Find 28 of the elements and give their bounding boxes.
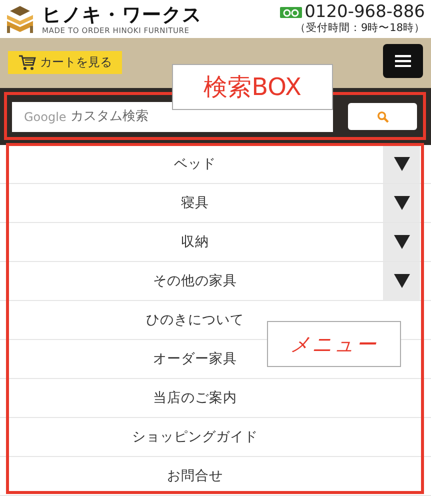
menu-item[interactable]: ひのきについて bbox=[146, 307, 244, 333]
triangle-down-icon bbox=[394, 196, 410, 210]
menu-item[interactable]: 寝具 bbox=[181, 190, 209, 216]
menu-icon bbox=[395, 55, 411, 67]
menu-item[interactable]: ベッド bbox=[174, 151, 216, 177]
triangle-down-icon bbox=[394, 274, 410, 288]
menu-item[interactable]: ショッピングガイド bbox=[132, 424, 258, 450]
annotation-tooltip: メニュー bbox=[267, 321, 401, 367]
annotation-tooltip: 検索BOX bbox=[172, 64, 333, 110]
menu-item[interactable]: オーダー家具 bbox=[153, 346, 237, 372]
expand-toggle[interactable] bbox=[383, 145, 420, 183]
menu-item[interactable]: その他の家具 bbox=[153, 268, 237, 294]
business-hours: （受付時間：9時〜18時） bbox=[294, 22, 425, 35]
search-brand: Google bbox=[24, 110, 66, 124]
triangle-down-icon bbox=[394, 235, 410, 249]
brand-name: ヒノキ・ワークス bbox=[42, 4, 202, 26]
free-dial-icon bbox=[280, 7, 302, 18]
menu-item[interactable]: 収納 bbox=[181, 229, 209, 255]
menu-button[interactable] bbox=[383, 44, 423, 78]
search-icon bbox=[376, 110, 388, 122]
menu-item[interactable]: 当店のご案内 bbox=[153, 385, 237, 411]
cart-icon bbox=[18, 54, 36, 71]
logo-icon bbox=[4, 4, 36, 34]
cart-button[interactable]: カートを見る bbox=[8, 51, 122, 74]
menu-item[interactable]: お問合せ bbox=[167, 463, 223, 489]
triangle-down-icon bbox=[394, 157, 410, 171]
expand-toggle[interactable] bbox=[383, 262, 420, 300]
phone-number: 0120-968-886 bbox=[304, 3, 425, 22]
